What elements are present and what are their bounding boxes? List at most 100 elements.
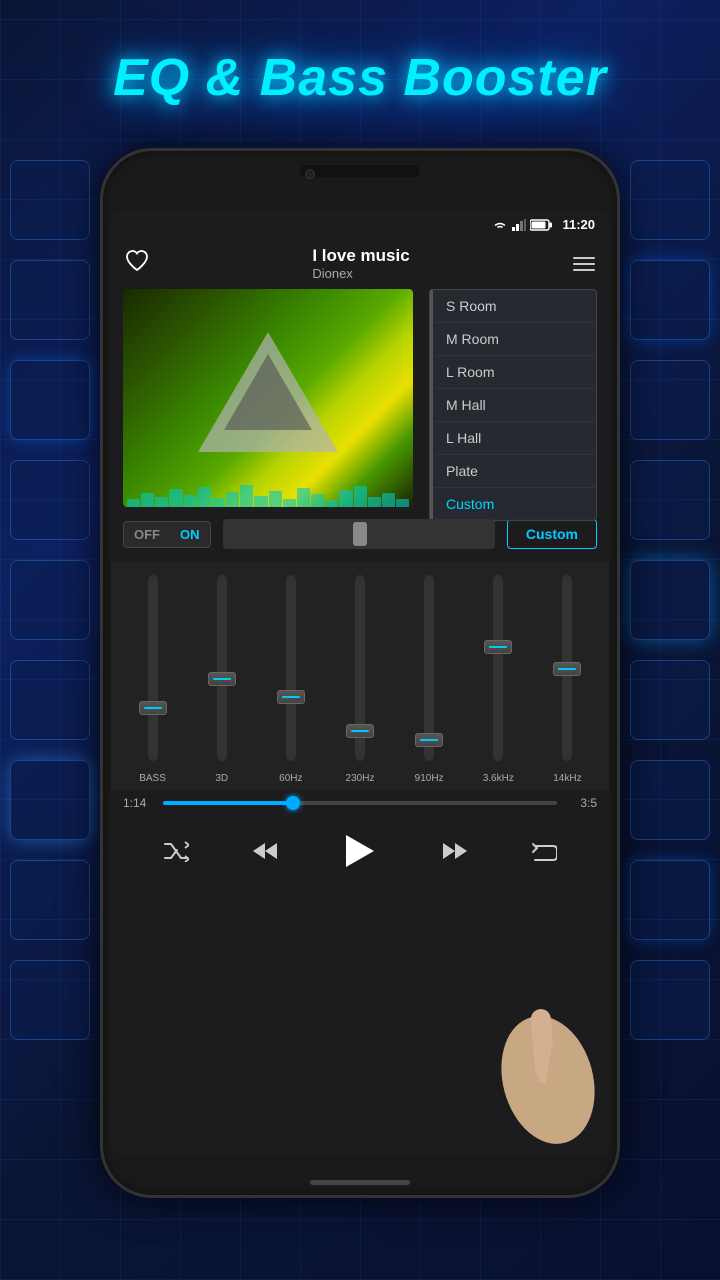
album-art: [123, 289, 413, 507]
waveform-bar: [212, 498, 225, 507]
waveform-bar: [311, 494, 324, 507]
eq-band-910hz[interactable]: [396, 571, 463, 765]
preset-m-hall[interactable]: M Hall: [430, 389, 596, 422]
toggle-on-label[interactable]: ON: [170, 522, 210, 547]
app-title: EQ & Bass Booster: [0, 48, 720, 108]
waveform-bar: [325, 500, 338, 507]
waveform-bar: [297, 488, 310, 507]
repeat-button[interactable]: [524, 831, 564, 871]
status-icons: [492, 219, 552, 231]
waveform-bar: [254, 496, 267, 507]
forward-button[interactable]: [435, 831, 475, 871]
3600hz-thumb: [484, 640, 512, 654]
waveform-bar: [226, 492, 239, 507]
eq-preset-dropdown: S Room M Room L Room M Hall L Hall Plate…: [429, 289, 597, 521]
eq-band-bass[interactable]: [119, 571, 186, 765]
shuffle-button[interactable]: [156, 831, 196, 871]
rewind-button[interactable]: [245, 831, 285, 871]
preset-l-hall[interactable]: L Hall: [430, 422, 596, 455]
waveform-bar: [283, 499, 296, 507]
progress-thumb: [286, 796, 300, 810]
art-area: S Room M Room L Room M Hall L Hall Plate…: [123, 289, 597, 507]
current-time: 1:14: [123, 796, 155, 810]
preset-l-room[interactable]: L Room: [430, 356, 596, 389]
waveform-bar: [382, 493, 395, 507]
album-art-triangle: [198, 332, 338, 452]
910hz-thumb: [415, 733, 443, 747]
eq-slider-thumb: [353, 522, 367, 546]
waveform: [123, 479, 413, 507]
phone-screen: 11:20 I love music Dionex: [111, 211, 609, 1155]
menu-button[interactable]: [573, 257, 595, 271]
phone-frame: 11:20 I love music Dionex: [100, 148, 620, 1198]
label-3600hz: 3.6kHz: [465, 773, 532, 784]
waveform-bar: [368, 497, 381, 507]
menu-line-3: [573, 269, 595, 271]
3d-track[interactable]: [217, 575, 227, 761]
230hz-track[interactable]: [355, 575, 365, 761]
waveform-bar: [127, 499, 140, 507]
bass-thumb: [139, 701, 167, 715]
label-230hz: 230Hz: [326, 773, 393, 784]
custom-preset-button[interactable]: Custom: [507, 519, 597, 549]
230hz-thumb: [346, 724, 374, 738]
song-title: I love music: [312, 246, 409, 266]
eq-band-3600hz[interactable]: [465, 571, 532, 765]
910hz-track[interactable]: [424, 575, 434, 761]
60hz-track[interactable]: [286, 575, 296, 761]
eq-band-230hz[interactable]: [326, 571, 393, 765]
song-info: I love music Dionex: [312, 246, 409, 281]
waveform-bar: [396, 499, 409, 507]
60hz-thumb: [277, 690, 305, 704]
eq-intensity-slider[interactable]: [223, 519, 495, 549]
waveform-bar: [169, 489, 182, 507]
dropdown-divider: [430, 290, 433, 520]
3d-thumb: [208, 672, 236, 686]
label-910hz: 910Hz: [396, 773, 463, 784]
phone-notch: [300, 165, 420, 177]
eq-toggle-switch[interactable]: OFF ON: [123, 521, 211, 548]
toggle-off-label[interactable]: OFF: [124, 522, 170, 547]
preset-m-room[interactable]: M Room: [430, 323, 596, 356]
waveform-bar: [198, 487, 211, 507]
favorite-button[interactable]: [125, 250, 149, 278]
waveform-bar: [339, 490, 352, 507]
preset-s-room[interactable]: S Room: [430, 290, 596, 323]
eq-band-3d[interactable]: [188, 571, 255, 765]
eq-band-60hz[interactable]: [257, 571, 324, 765]
menu-line-2: [573, 263, 595, 265]
play-button[interactable]: [335, 826, 385, 876]
status-time: 11:20: [562, 217, 595, 232]
song-artist: Dionex: [312, 266, 409, 281]
waveform-bar: [141, 493, 154, 507]
eq-band-labels: BASS 3D 60Hz 230Hz 910Hz 3.6kHz 14kHz: [111, 771, 609, 790]
phone-home-button[interactable]: [310, 1180, 410, 1185]
song-header: I love music Dionex: [111, 238, 609, 289]
phone-camera: [305, 169, 315, 179]
status-bar: 11:20: [111, 211, 609, 238]
progress-fill: [163, 801, 293, 805]
waveform-bar: [184, 495, 197, 507]
playback-controls: [111, 816, 609, 892]
signal-icon: [512, 219, 526, 231]
waveform-bar: [269, 491, 282, 507]
eq-sliders-container: [111, 561, 609, 771]
3600hz-track[interactable]: [493, 575, 503, 761]
label-3d: 3D: [188, 773, 255, 784]
progress-track[interactable]: [163, 801, 557, 805]
progress-row: 1:14 3:5: [111, 790, 609, 816]
bass-track[interactable]: [148, 575, 158, 761]
14khz-thumb: [553, 662, 581, 676]
preset-custom[interactable]: Custom: [430, 488, 596, 520]
waveform-bar: [354, 486, 367, 507]
total-time: 3:5: [565, 796, 597, 810]
label-bass: BASS: [119, 773, 186, 784]
label-14khz: 14kHz: [534, 773, 601, 784]
battery-icon: [530, 219, 552, 231]
14khz-track[interactable]: [562, 575, 572, 761]
eq-band-14khz[interactable]: [534, 571, 601, 765]
waveform-bar: [155, 497, 168, 507]
preset-plate[interactable]: Plate: [430, 455, 596, 488]
label-60hz: 60Hz: [257, 773, 324, 784]
waveform-bar: [240, 485, 253, 507]
